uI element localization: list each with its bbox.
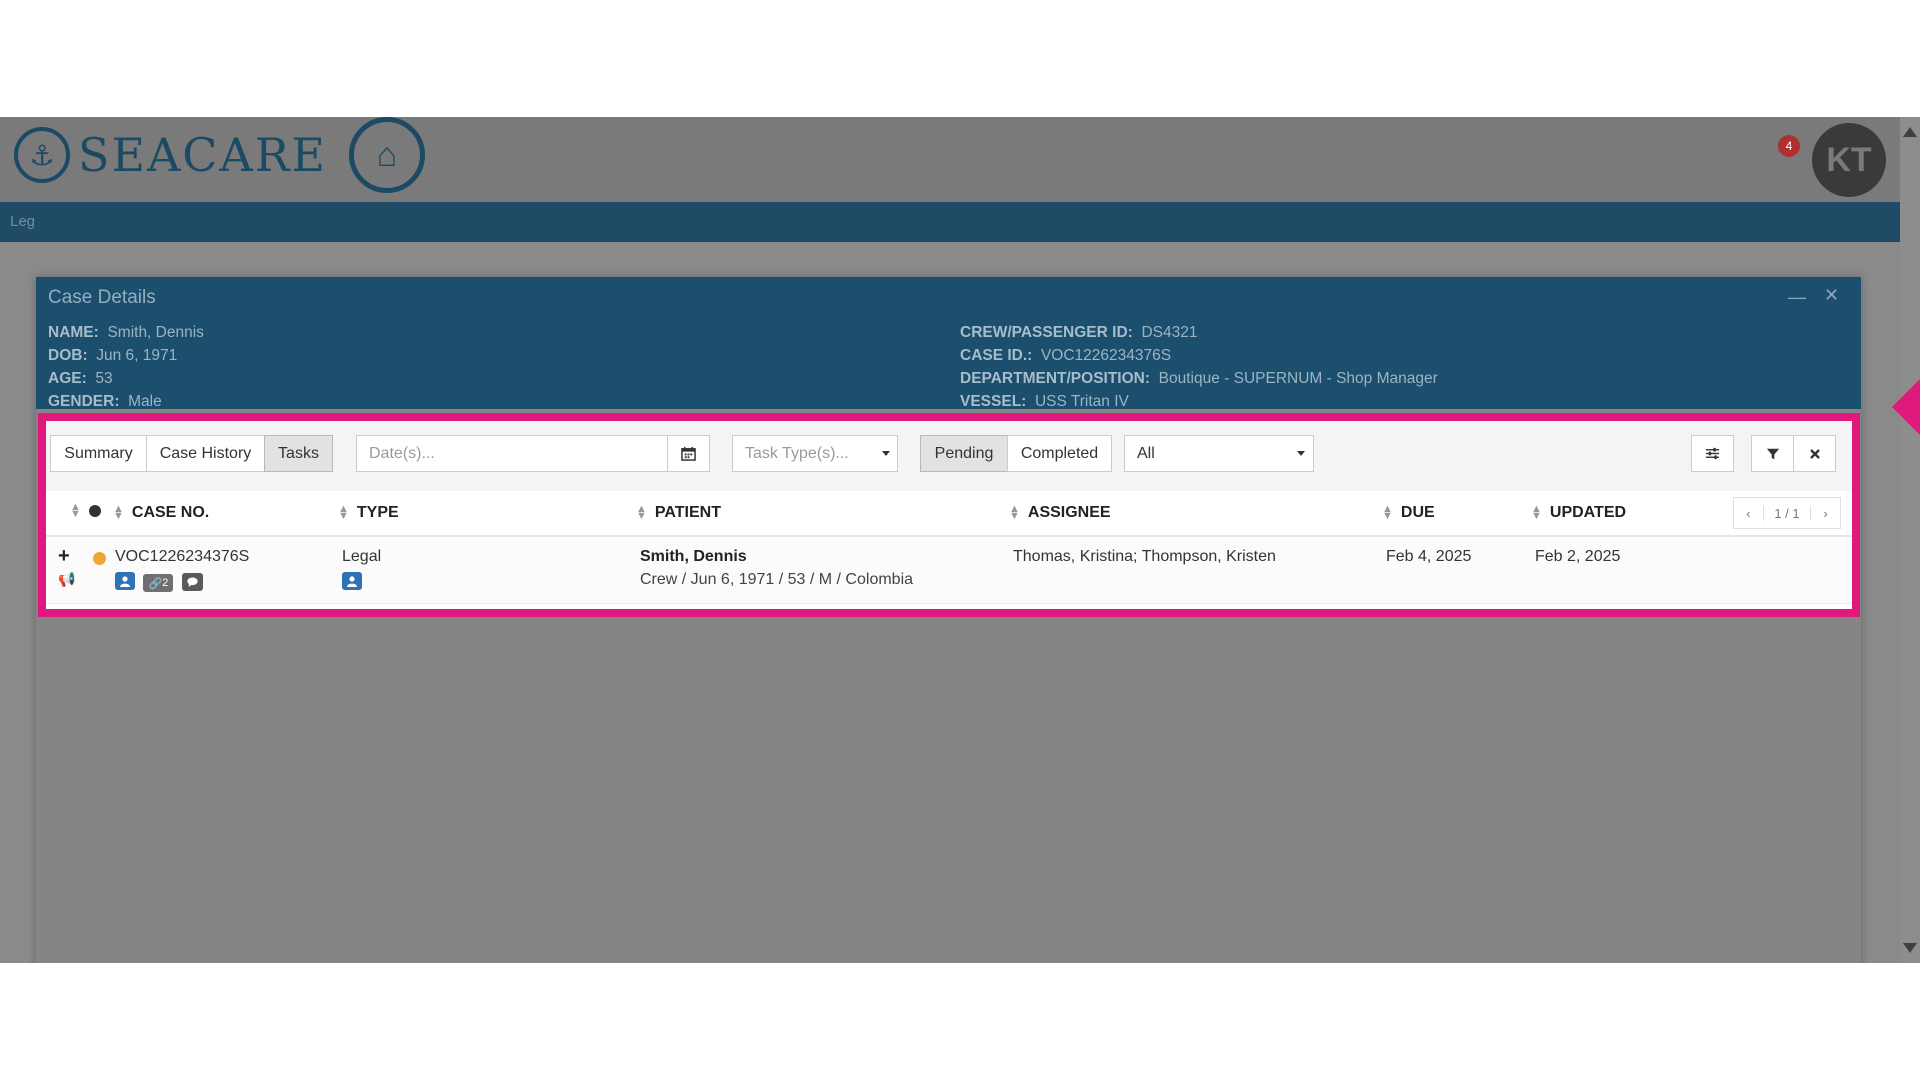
info-dob: DOB: Jun 6, 1971 <box>48 347 178 364</box>
status-dot <box>93 552 106 565</box>
user-icon[interactable] <box>115 572 135 590</box>
tasks-toolbar: Summary Case History Tasks Date(s)... Ta… <box>46 421 1852 492</box>
home-icon[interactable]: ⌂ <box>348 117 425 193</box>
sort-icon: ▲ ▼ <box>70 501 81 520</box>
close-icon <box>1809 448 1820 459</box>
sort-icon: ▲ ▼ <box>1531 503 1542 522</box>
task-type: Legal <box>342 548 382 565</box>
sort-icon: ▲ ▼ <box>113 503 124 522</box>
app-header: ⚓ SEACARE ⌂ 4 KT <box>0 117 1900 202</box>
clear-filter-button[interactable] <box>1793 435 1836 472</box>
sliders-icon <box>1705 447 1720 460</box>
pagination: ‹ 1 / 1 › <box>1733 497 1841 529</box>
page-indicator: 1 / 1 <box>1762 505 1812 521</box>
sort-icon: ▲ ▼ <box>1009 503 1020 522</box>
column-patient[interactable]: ▲ ▼ PATIENT <box>636 504 721 522</box>
user-avatar[interactable]: KT <box>1812 123 1886 197</box>
column-case-no[interactable]: ▲ ▼ CASE NO. <box>113 504 209 522</box>
column-type[interactable]: ▲ ▼ TYPE <box>338 504 399 522</box>
patient-name[interactable]: Smith, Dennis <box>640 548 747 566</box>
assignee: Thomas, Kristina; Thompson, Kristen <box>1013 548 1276 565</box>
tab-summary[interactable]: Summary <box>50 435 147 472</box>
next-page-button[interactable]: › <box>1811 506 1840 521</box>
tab-case-history[interactable]: Case History <box>146 435 265 472</box>
scroll-down-icon[interactable] <box>1903 943 1917 953</box>
scroll-up-icon[interactable] <box>1903 127 1917 137</box>
column-assignee[interactable]: ▲ ▼ ASSIGNEE <box>1009 504 1111 522</box>
tab-tasks[interactable]: Tasks <box>264 435 333 472</box>
sort-icon: ▲ ▼ <box>636 503 647 522</box>
column-updated[interactable]: ▲ ▼ UPDATED <box>1531 504 1626 522</box>
status-column-icon <box>88 505 101 517</box>
pointer-arrow-icon <box>1892 379 1920 435</box>
dates-placeholder: Date(s)... <box>369 444 435 462</box>
info-case-id: CASE ID.: VOC1226234376S <box>960 347 1172 364</box>
info-department: DEPARTMENT/POSITION: Boutique - SUPERNUM… <box>960 370 1438 387</box>
tasks-panel-highlight: Summary Case History Tasks Date(s)... Ta… <box>38 413 1860 617</box>
info-crew-id: CREW/PASSENGER ID: DS4321 <box>960 324 1198 341</box>
table-header: ▲ ▼ ▲ ▼ CASE NO. ▲ ▼ TYPE ▲ ▼ PATIENT ▲ ▼ <box>46 491 1852 537</box>
sort-icon: ▲ ▼ <box>338 503 349 522</box>
case-details-modal: Case Details — ✕ NAME: Smith, Dennis DOB… <box>36 277 1861 963</box>
user-icon[interactable] <box>342 572 362 590</box>
paperclip-icon: 🔗 <box>148 577 163 590</box>
sort-icon: ▲ ▼ <box>1382 503 1393 522</box>
expand-icon[interactable]: + <box>58 545 70 568</box>
info-vessel: VESSEL: USS Tritan IV <box>960 393 1129 410</box>
due-date: Feb 4, 2025 <box>1386 548 1472 565</box>
settings-button[interactable] <box>1691 435 1734 472</box>
info-age: AGE: 53 <box>48 370 113 387</box>
nav-item[interactable]: Leg <box>10 213 35 230</box>
calendar-icon <box>681 446 696 461</box>
case-tags: 🔗 2 <box>115 572 207 592</box>
column-due[interactable]: ▲ ▼ DUE <box>1382 504 1435 522</box>
minimize-icon[interactable]: — <box>1788 287 1806 308</box>
filter-button[interactable] <box>1751 435 1794 472</box>
sort-handle[interactable]: ▲ ▼ <box>70 501 101 520</box>
pending-toggle[interactable]: Pending <box>920 435 1008 472</box>
task-type-placeholder: Task Type(s)... <box>745 444 849 462</box>
app-background: ⚓ SEACARE ⌂ 4 KT Leg Case Details — ✕ NA… <box>0 117 1920 963</box>
page-scrollbar[interactable] <box>1900 117 1920 963</box>
megaphone-icon: 📢 <box>58 571 76 587</box>
case-number[interactable]: VOC1226234376S <box>115 548 249 566</box>
app-logo[interactable]: ⚓ SEACARE ⌂ <box>14 117 425 193</box>
filter-icon <box>1766 448 1779 459</box>
chevron-down-icon <box>1297 451 1305 456</box>
comment-icon[interactable] <box>181 572 203 591</box>
patient-info-right: CREW/PASSENGER ID: DS4321 CASE ID.: VOC1… <box>960 321 1438 413</box>
modal-title: Case Details <box>48 287 156 308</box>
info-name: NAME: Smith, Dennis <box>48 324 204 341</box>
attachment-count: 2 <box>162 577 169 589</box>
dates-input[interactable]: Date(s)... <box>356 435 668 472</box>
prev-page-button[interactable]: ‹ <box>1734 506 1763 521</box>
chevron-down-icon <box>882 451 890 456</box>
close-icon[interactable]: ✕ <box>1824 285 1839 306</box>
nav-strip: Leg <box>0 202 1900 242</box>
filter-select-value: All <box>1137 444 1155 462</box>
logo-text: SEACARE <box>78 128 327 182</box>
type-tags <box>342 572 366 592</box>
modal-header: Case Details — ✕ NAME: Smith, Dennis DOB… <box>36 277 1861 410</box>
table-row[interactable]: + 📢 VOC1226234376S 🔗 2 Legal Smith, Denn… <box>46 537 1852 604</box>
updated-date: Feb 2, 2025 <box>1535 548 1621 565</box>
patient-details: Crew / Jun 6, 1971 / 53 / M / Colombia <box>640 571 914 588</box>
filter-select[interactable]: All <box>1124 435 1314 472</box>
patient-info-left: NAME: Smith, Dennis DOB: Jun 6, 1971 AGE… <box>48 321 204 413</box>
info-gender: GENDER: Male <box>48 393 162 410</box>
notification-badge[interactable]: 4 <box>1778 135 1800 157</box>
calendar-button[interactable] <box>667 435 710 472</box>
anchor-icon: ⚓ <box>14 127 70 183</box>
task-type-select[interactable]: Task Type(s)... <box>732 435 898 472</box>
attachment-badge[interactable]: 🔗 2 <box>143 574 174 592</box>
completed-toggle[interactable]: Completed <box>1007 435 1112 472</box>
